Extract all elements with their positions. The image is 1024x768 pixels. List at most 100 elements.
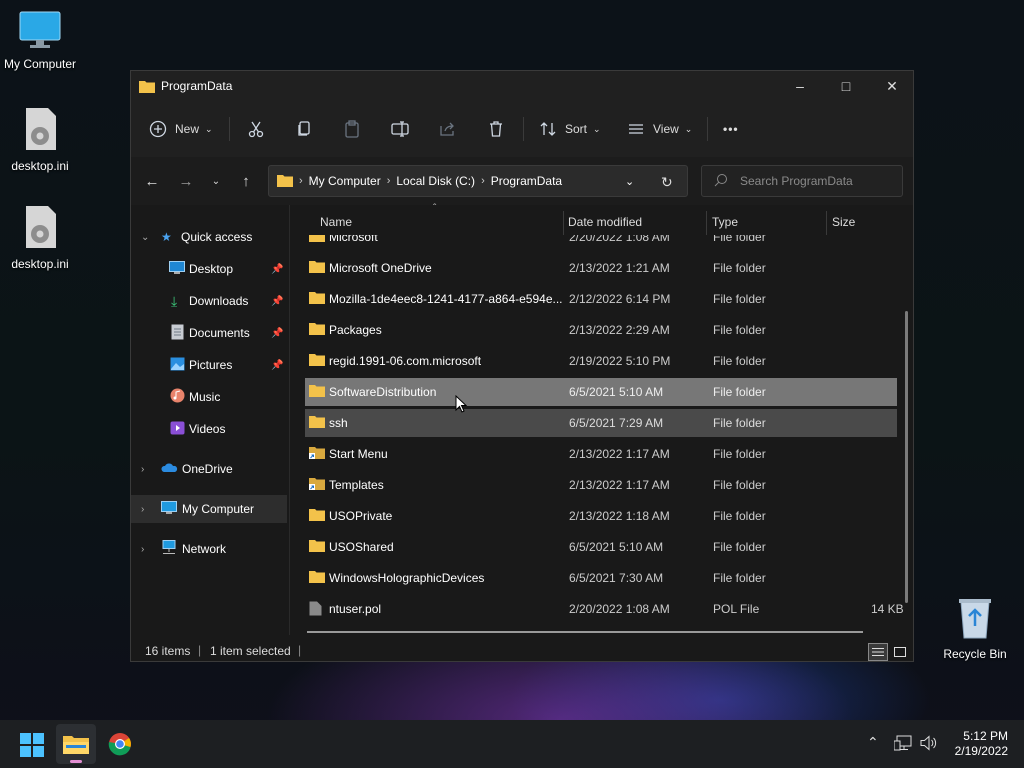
forward-button[interactable]: →: [173, 169, 199, 193]
status-divider: |: [298, 643, 302, 657]
row-name: SoftwareDistribution: [329, 385, 437, 399]
search-box[interactable]: Search ProgramData: [701, 165, 903, 197]
column-divider[interactable]: [826, 211, 827, 235]
chevron-right-icon[interactable]: ›: [141, 504, 144, 515]
back-button[interactable]: ←: [139, 169, 165, 193]
desktop-icon-desktop-ini-1[interactable]: desktop.ini: [0, 106, 80, 173]
desktop-icon-desktop-ini-2[interactable]: desktop.ini: [0, 204, 80, 271]
row-name: ssh: [329, 416, 348, 430]
pane-divider[interactable]: [289, 205, 290, 635]
sidebar-item-label: My Computer: [182, 502, 255, 516]
row-type: File folder: [713, 540, 766, 554]
desktop-icon-recycle-bin[interactable]: Recycle Bin: [935, 596, 1015, 661]
new-label: New: [175, 122, 200, 136]
sidebar-item-network[interactable]: › Network: [131, 535, 287, 563]
table-row[interactable]: Start Menu 2/13/2022 1:17 AM File folder: [305, 440, 897, 468]
up-button[interactable]: ↑: [233, 169, 259, 193]
table-row[interactable]: Packages 2/13/2022 2:29 AM File folder: [305, 316, 897, 344]
table-row-hovered[interactable]: ssh 6/5/2021 7:29 AM File folder: [305, 409, 897, 437]
row-type: File folder: [713, 447, 766, 461]
column-header-type[interactable]: Type: [712, 215, 738, 229]
sidebar-item-label: Network: [182, 542, 227, 556]
sort-button[interactable]: Sort ⌄: [539, 101, 601, 157]
new-button[interactable]: New ⌄: [149, 101, 213, 157]
table-row-selected[interactable]: SoftwareDistribution 6/5/2021 5:10 AM Fi…: [305, 378, 897, 406]
sort-icon: [540, 122, 556, 136]
maximize-button[interactable]: □: [823, 71, 869, 101]
folder-icon: [309, 415, 325, 431]
sidebar-item-pictures[interactable]: Pictures 📌: [131, 351, 287, 379]
sidebar-item-my-computer[interactable]: › My Computer: [131, 495, 287, 523]
table-row[interactable]: USOPrivate 2/13/2022 1:18 AM File folder: [305, 502, 897, 530]
breadcrumb-programdata[interactable]: ProgramData: [491, 174, 562, 188]
breadcrumb-my-computer[interactable]: My Computer: [309, 174, 381, 188]
sidebar-item-desktop[interactable]: Desktop 📌: [131, 255, 287, 283]
network-icon: [161, 540, 177, 558]
table-row[interactable]: Templates 2/13/2022 1:17 AM File folder: [305, 471, 897, 499]
sort-ascending-icon: ˆ: [433, 203, 437, 214]
taskbar: ⌃ 5:12 PM 2/19/2022: [0, 720, 1024, 768]
row-type: File folder: [713, 478, 766, 492]
delete-button[interactable]: [487, 101, 505, 157]
table-row[interactable]: WindowsHolographicDevices 6/5/2021 7:30 …: [305, 564, 897, 592]
sidebar-item-videos[interactable]: Videos: [131, 415, 287, 443]
sidebar-item-quick-access[interactable]: ⌄ ★ Quick access: [131, 223, 287, 251]
table-row[interactable]: USOShared 6/5/2021 5:10 AM File folder: [305, 533, 897, 561]
table-row[interactable]: Microsoft 2/20/2022 1:08 AM File folder: [305, 235, 897, 251]
table-row[interactable]: Mozilla-1de4eec8-1241-4177-a864-e594e...…: [305, 285, 897, 313]
chevron-right-icon[interactable]: ›: [141, 464, 144, 475]
desktop-icon-my-computer[interactable]: My Computer: [0, 10, 80, 71]
address-dropdown-icon[interactable]: ⌄: [625, 175, 634, 188]
show-hidden-icons-button[interactable]: ⌃: [867, 734, 879, 751]
taskbar-chrome[interactable]: [108, 732, 132, 759]
close-button[interactable]: ✕: [869, 71, 915, 101]
breadcrumb-local-disk[interactable]: Local Disk (C:): [396, 174, 475, 188]
chevron-down-icon[interactable]: ⌄: [141, 232, 149, 243]
column-divider[interactable]: [706, 211, 707, 235]
desktop-icon-label: desktop.ini: [11, 159, 69, 173]
sidebar-item-label: Quick access: [181, 230, 253, 244]
chevron-right-icon: ›: [299, 175, 303, 187]
refresh-button[interactable]: ↻: [661, 174, 673, 191]
selection-count: 1 item selected: [210, 644, 291, 658]
start-button[interactable]: [20, 733, 44, 760]
clock[interactable]: 5:12 PM 2/19/2022: [946, 729, 1008, 759]
sidebar-item-downloads[interactable]: ⤓ Downloads 📌: [131, 287, 287, 315]
row-size: 14 KB: [871, 602, 904, 616]
sidebar-item-music[interactable]: Music: [131, 383, 287, 411]
large-icons-view-button[interactable]: [891, 643, 909, 661]
view-button[interactable]: View ⌄: [627, 101, 692, 157]
monitor-icon: [0, 10, 80, 53]
sidebar-item-documents[interactable]: Documents 📌: [131, 319, 287, 347]
address-bar[interactable]: › My Computer › Local Disk (C:) › Progra…: [268, 165, 688, 197]
volume-icon[interactable]: [920, 735, 938, 754]
network-status-icon[interactable]: [893, 735, 912, 754]
share-button[interactable]: [439, 101, 457, 157]
row-type: File folder: [713, 509, 766, 523]
minimize-button[interactable]: –: [777, 71, 823, 101]
row-date: 2/13/2022 1:21 AM: [569, 261, 670, 275]
details-view-icon: [872, 648, 884, 656]
more-options-button[interactable]: •••: [723, 101, 739, 157]
cut-button[interactable]: [247, 101, 265, 157]
paste-button[interactable]: [343, 101, 361, 157]
column-divider[interactable]: [563, 211, 564, 235]
details-view-button[interactable]: [868, 643, 888, 661]
recent-locations-button[interactable]: ⌄: [203, 169, 229, 193]
table-row[interactable]: Microsoft OneDrive 2/13/2022 1:21 AM Fil…: [305, 254, 897, 282]
taskbar-file-explorer[interactable]: [56, 724, 96, 764]
chevron-right-icon[interactable]: ›: [141, 544, 144, 555]
copy-button[interactable]: [295, 101, 313, 157]
column-header-size[interactable]: Size: [832, 215, 855, 229]
table-row[interactable]: ntuser.pol 2/20/2022 1:08 AM POL File 14…: [305, 595, 904, 623]
search-input[interactable]: Search ProgramData: [740, 174, 853, 188]
table-row[interactable]: regid.1991-06.com.microsoft 2/19/2022 5:…: [305, 347, 897, 375]
title-bar[interactable]: ProgramData – □ ✕: [131, 71, 913, 101]
column-header-date-modified[interactable]: Date modified: [568, 215, 642, 229]
rename-button[interactable]: [391, 101, 409, 157]
column-header-name[interactable]: Name: [320, 215, 352, 229]
chevron-right-icon: ›: [481, 175, 485, 187]
sidebar-item-onedrive[interactable]: › OneDrive: [131, 455, 287, 483]
vertical-scrollbar[interactable]: [905, 311, 908, 603]
horizontal-scrollbar[interactable]: [307, 631, 863, 633]
